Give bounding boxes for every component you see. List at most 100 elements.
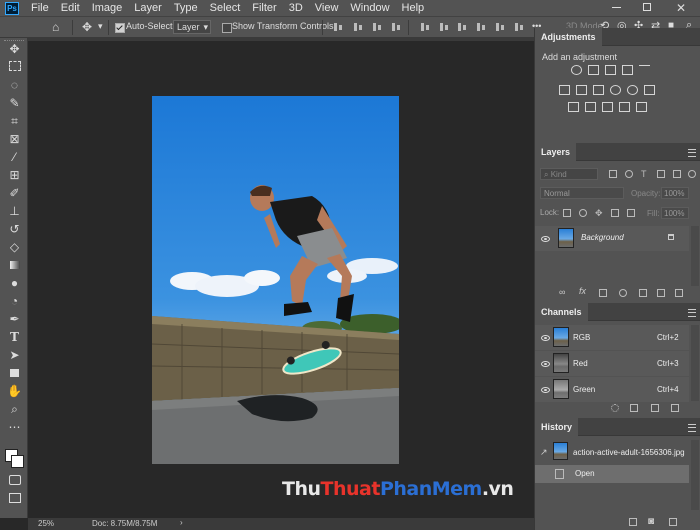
menu-file[interactable]: File bbox=[25, 0, 55, 16]
distribute-vcenter-icon[interactable] bbox=[439, 22, 449, 32]
distribute-bottom-icon[interactable] bbox=[457, 22, 467, 32]
new-document-from-state-icon[interactable] bbox=[629, 518, 637, 526]
filter-toggle-icon[interactable] bbox=[688, 170, 696, 178]
opacity-value[interactable]: 100% bbox=[661, 187, 689, 199]
filter-adjustment-icon[interactable] bbox=[625, 170, 633, 178]
tab-layers[interactable]: Layers bbox=[535, 143, 577, 161]
lock-artboard-icon[interactable] bbox=[611, 209, 619, 217]
lock-image-icon[interactable] bbox=[579, 209, 587, 217]
history-brush-tool-icon[interactable]: ↺ bbox=[7, 222, 22, 236]
filter-pixel-icon[interactable] bbox=[609, 170, 617, 178]
screen-mode-icon[interactable] bbox=[7, 492, 22, 506]
selective-color-icon[interactable] bbox=[619, 102, 630, 112]
lock-position-icon[interactable]: ✥ bbox=[595, 209, 603, 218]
eraser-tool-icon[interactable]: ◇ bbox=[7, 240, 22, 254]
filter-smart-object-icon[interactable] bbox=[673, 170, 681, 178]
layer-filter-select[interactable]: ⌕ Kind bbox=[540, 168, 598, 180]
channels-scrollbar[interactable] bbox=[691, 325, 699, 401]
crop-tool-icon[interactable]: ⌗ bbox=[7, 114, 22, 128]
history-snapshot-row[interactable]: ↗ action-active-adult-1656306.jpg bbox=[535, 440, 689, 464]
link-layers-icon[interactable]: ∞ bbox=[559, 287, 565, 297]
layer-row-background[interactable]: Background bbox=[535, 226, 689, 251]
distribute-left-icon[interactable] bbox=[476, 22, 486, 32]
home-icon[interactable]: ⌂ bbox=[52, 17, 59, 37]
new-group-icon[interactable] bbox=[639, 289, 647, 297]
tab-channels[interactable]: Channels bbox=[535, 303, 588, 321]
minimize-icon[interactable] bbox=[612, 7, 621, 8]
align-horizontal-centers-icon[interactable] bbox=[353, 22, 363, 32]
transform-controls-checkbox[interactable] bbox=[222, 23, 232, 33]
channel-mixer-icon[interactable] bbox=[627, 85, 638, 95]
layer-visibility-eye-icon[interactable] bbox=[541, 236, 550, 242]
distribute-right-icon[interactable] bbox=[514, 22, 524, 32]
menu-filter[interactable]: Filter bbox=[246, 0, 282, 16]
levels-icon[interactable] bbox=[588, 65, 599, 75]
quick-select-tool-icon[interactable]: ✎ bbox=[7, 96, 22, 110]
healing-brush-tool-icon[interactable]: ⊞ bbox=[7, 168, 22, 182]
color-balance-icon[interactable] bbox=[576, 85, 587, 95]
history-scrollbar[interactable] bbox=[691, 440, 699, 510]
channel-row-red[interactable]: Red Ctrl+3 bbox=[535, 351, 689, 376]
clone-stamp-tool-icon[interactable]: ⊥ bbox=[7, 204, 22, 218]
new-channel-icon[interactable] bbox=[651, 404, 659, 412]
shape-tool-icon[interactable] bbox=[7, 366, 22, 380]
distribute-top-icon[interactable] bbox=[420, 22, 430, 32]
menu-edit[interactable]: Edit bbox=[55, 0, 86, 16]
auto-select-target-select[interactable]: Layer ▾ bbox=[173, 20, 211, 34]
filter-type-icon[interactable]: T bbox=[641, 170, 649, 179]
history-brush-source-icon[interactable]: ↗ bbox=[540, 447, 548, 458]
channel-row-rgb[interactable]: RGB Ctrl+2 bbox=[535, 325, 689, 350]
black-white-icon[interactable] bbox=[593, 85, 604, 95]
brightness-contrast-icon[interactable] bbox=[571, 65, 582, 75]
path-select-tool-icon[interactable]: ➤ bbox=[7, 348, 22, 362]
delete-state-icon[interactable] bbox=[669, 518, 677, 526]
menu-layer[interactable]: Layer bbox=[128, 0, 168, 16]
type-tool-icon[interactable]: T bbox=[7, 330, 22, 344]
channel-visibility-eye-icon[interactable] bbox=[541, 387, 550, 393]
menu-window[interactable]: Window bbox=[344, 0, 395, 16]
layers-scrollbar[interactable] bbox=[691, 226, 699, 286]
blur-tool-icon[interactable]: ● bbox=[7, 276, 22, 290]
delete-layer-icon[interactable] bbox=[675, 289, 683, 297]
menu-help[interactable]: Help bbox=[396, 0, 431, 16]
background-color-swatch[interactable] bbox=[11, 455, 24, 468]
channels-panel-menu-icon[interactable] bbox=[688, 309, 696, 317]
menu-image[interactable]: Image bbox=[86, 0, 129, 16]
photo-filter-icon[interactable] bbox=[610, 85, 621, 95]
menu-3d[interactable]: 3D bbox=[283, 0, 309, 16]
menu-type[interactable]: Type bbox=[168, 0, 204, 16]
new-adjustment-layer-icon[interactable] bbox=[619, 289, 627, 297]
invert-icon[interactable] bbox=[568, 102, 579, 112]
hand-tool-icon[interactable]: ✋ bbox=[7, 384, 22, 398]
align-right-edges-icon[interactable] bbox=[372, 22, 382, 32]
channel-row-green[interactable]: Green Ctrl+4 bbox=[535, 377, 689, 402]
layer-style-icon[interactable]: fx bbox=[579, 286, 586, 296]
menu-select[interactable]: Select bbox=[204, 0, 247, 16]
gradient-tool-icon[interactable] bbox=[7, 258, 22, 272]
auto-select-checkbox[interactable] bbox=[115, 23, 125, 33]
tab-history[interactable]: History bbox=[535, 418, 579, 436]
channel-visibility-eye-icon[interactable] bbox=[541, 335, 550, 341]
document-image[interactable] bbox=[152, 96, 399, 464]
vibrance-icon[interactable] bbox=[639, 65, 650, 75]
move-tool-preset-icon[interactable]: ✥ bbox=[82, 17, 92, 37]
status-menu-chevron-icon[interactable]: › bbox=[180, 518, 183, 527]
layers-panel-menu-icon[interactable] bbox=[688, 149, 696, 157]
channel-visibility-eye-icon[interactable] bbox=[541, 361, 550, 367]
add-mask-icon[interactable] bbox=[599, 289, 607, 297]
fill-value[interactable]: 100% bbox=[661, 207, 689, 219]
dodge-tool-icon[interactable]: ◔ bbox=[7, 294, 22, 308]
history-state-row[interactable]: Open bbox=[535, 465, 689, 483]
save-selection-icon[interactable] bbox=[630, 404, 638, 412]
menu-view[interactable]: View bbox=[309, 0, 345, 16]
threshold-icon[interactable] bbox=[602, 102, 613, 112]
zoom-tool-icon[interactable]: ⌕ bbox=[7, 402, 22, 416]
align-left-edges-icon[interactable] bbox=[333, 22, 343, 32]
quick-mask-icon[interactable] bbox=[7, 474, 22, 488]
camera-icon[interactable]: ◙ bbox=[648, 516, 654, 527]
close-icon[interactable]: ✕ bbox=[676, 0, 686, 16]
preset-chevron-icon[interactable]: ▾ bbox=[98, 21, 103, 32]
distribute-hcenter-icon[interactable] bbox=[495, 22, 505, 32]
history-panel-menu-icon[interactable] bbox=[688, 424, 696, 432]
hue-saturation-icon[interactable] bbox=[559, 85, 570, 95]
